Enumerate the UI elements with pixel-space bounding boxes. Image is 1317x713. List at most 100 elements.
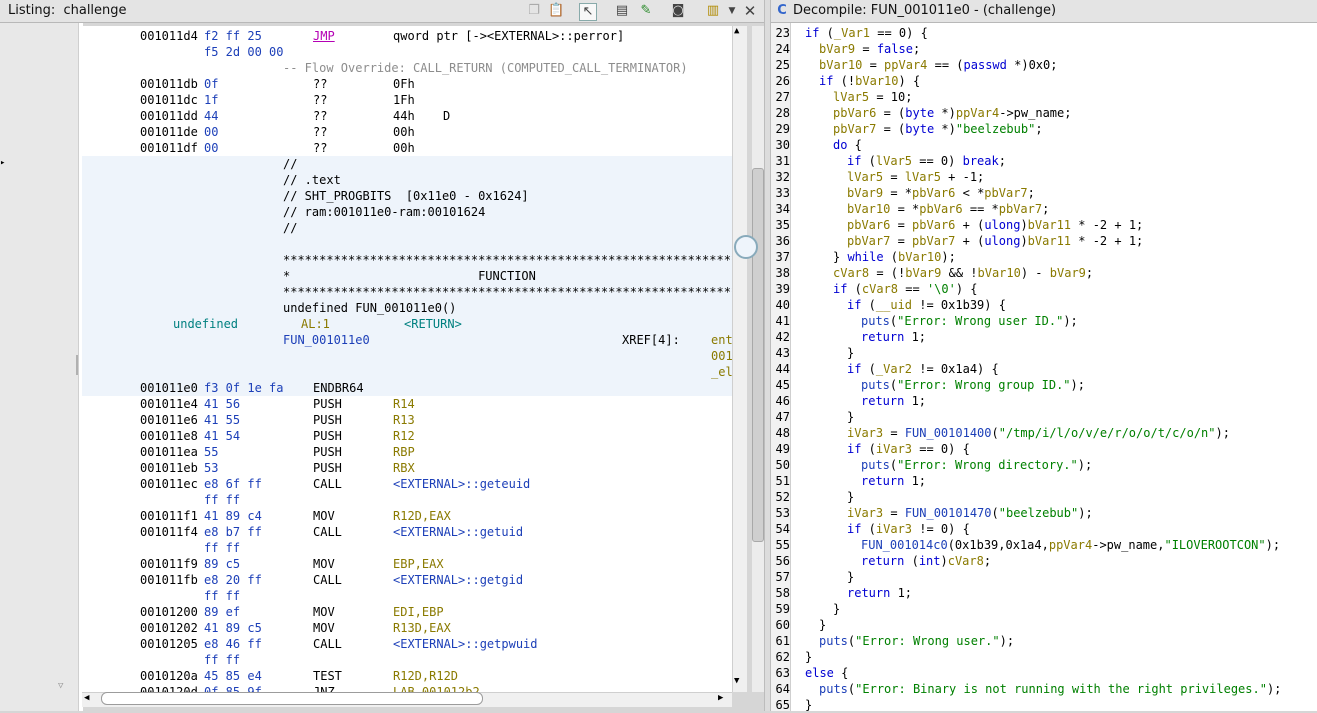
code-token[interactable]: if xyxy=(847,362,861,376)
code-token[interactable]: do xyxy=(833,138,847,152)
code-token[interactable]: cVar8 xyxy=(833,266,869,280)
code-token[interactable]: ppVar4 xyxy=(1049,538,1092,552)
code-token[interactable]: "Error: Binary is not running with the r… xyxy=(855,682,1267,696)
code-token[interactable]: iVar3 xyxy=(876,522,912,536)
code-token[interactable]: if xyxy=(847,154,861,168)
code-token[interactable]: return xyxy=(861,554,904,568)
code-token[interactable]: __uid xyxy=(876,298,912,312)
code-token[interactable]: "beelzebub" xyxy=(999,506,1078,520)
chevron-down-icon[interactable]: ▽ xyxy=(58,681,63,691)
code-line[interactable]: } xyxy=(819,617,826,633)
code-token[interactable]: puts xyxy=(819,634,848,648)
listing-row[interactable]: f5 2d 00 00 xyxy=(82,44,732,60)
close-icon[interactable]: ✕ xyxy=(742,3,758,19)
listing-row[interactable]: undefined AL:1 <RETURN> xyxy=(82,316,732,332)
code-token[interactable]: lVar5 xyxy=(905,170,941,184)
code-line[interactable]: } while (bVar10); xyxy=(833,249,956,265)
code-line[interactable]: iVar3 = FUN_00101400("/tmp/i/l/o/v/e/r/o… xyxy=(847,425,1230,441)
code-token[interactable]: lVar5 xyxy=(876,154,912,168)
code-line[interactable]: if (!bVar10) { xyxy=(819,73,920,89)
listing-row[interactable]: // .text xyxy=(82,172,732,188)
code-line[interactable]: return 1; xyxy=(861,393,926,409)
code-line[interactable]: } xyxy=(847,569,854,585)
listing-row[interactable]: 001011f9 89 c5 MOV EBP,EAX xyxy=(82,556,732,572)
code-token[interactable]: bVar9 xyxy=(1050,266,1086,280)
code-line[interactable]: } xyxy=(847,345,854,361)
panel-divider[interactable] xyxy=(764,0,771,711)
code-token[interactable]: pbVar6 xyxy=(912,186,955,200)
code-token[interactable]: if xyxy=(805,26,819,40)
code-line[interactable]: return 1; xyxy=(861,329,926,345)
code-line[interactable]: return 1; xyxy=(861,473,926,489)
code-line[interactable]: } xyxy=(847,489,854,505)
code-line[interactable]: } xyxy=(847,409,854,425)
code-token[interactable]: int xyxy=(919,554,941,568)
code-token[interactable]: FUN_00101400 xyxy=(905,426,992,440)
overview-thumb[interactable] xyxy=(752,168,764,542)
code-token[interactable]: if xyxy=(847,442,861,456)
code-line[interactable]: if (iVar3 == 0) { xyxy=(847,441,970,457)
scroll-right-icon[interactable]: ▶ xyxy=(718,693,723,703)
code-line[interactable]: if (_Var2 != 0x1a4) { xyxy=(847,361,999,377)
code-line[interactable]: return 1; xyxy=(847,585,912,601)
listing-row[interactable]: 001011e4 41 56 PUSH R14 xyxy=(82,396,732,412)
listing-row[interactable]: 00101200 89 ef MOV EDI,EBP xyxy=(82,604,732,620)
listing-row[interactable]: // SHT_PROGBITS [0x11e0 - 0x1624] xyxy=(82,188,732,204)
code-line[interactable]: bVar9 = *pbVar6 < *pbVar7; xyxy=(847,185,1035,201)
listing-row[interactable]: // xyxy=(82,156,732,172)
code-token[interactable]: ppVar4 xyxy=(884,58,927,72)
listing-row[interactable]: // ram:001011e0-ram:00101624 xyxy=(82,204,732,220)
listing-row[interactable]: 001 xyxy=(82,348,732,364)
code-line[interactable]: if (__uid != 0x1b39) { xyxy=(847,297,1006,313)
listing-row[interactable]: 001011f4 e8 b7 ff CALL <EXTERNAL>::getuid xyxy=(82,524,732,540)
code-line[interactable]: puts("Error: Wrong user ID."); xyxy=(861,313,1078,329)
listing-view[interactable]: 001011d4 f2 ff 25 JMP qword ptr [-><EXTERNA… xyxy=(82,26,732,692)
code-token[interactable]: _Var2 xyxy=(876,362,912,376)
code-token[interactable]: cVar8 xyxy=(862,282,898,296)
listing-row[interactable]: -- Flow Override: CALL_RETURN (COMPUTED_… xyxy=(82,60,732,76)
code-token[interactable]: if xyxy=(847,522,861,536)
listing-row[interactable]: 001011ea 55 PUSH RBP xyxy=(82,444,732,460)
code-token[interactable]: bVar11 xyxy=(1028,234,1071,248)
code-token[interactable]: iVar3 xyxy=(876,442,912,456)
snapshot-icon[interactable]: ◙ xyxy=(670,3,686,19)
listing-row[interactable]: ff ff xyxy=(82,652,732,668)
code-token[interactable]: return xyxy=(861,330,904,344)
code-token[interactable]: FUN_001014c0 xyxy=(861,538,948,552)
code-line[interactable]: lVar5 = 10; xyxy=(833,89,912,105)
code-line[interactable]: if (cVar8 == '\0') { xyxy=(833,281,978,297)
listing-row[interactable]: ff ff xyxy=(82,492,732,508)
code-token[interactable]: pbVar7 xyxy=(999,202,1042,216)
scroll-left-icon[interactable]: ◀ xyxy=(84,693,89,703)
code-token[interactable]: lVar5 xyxy=(847,170,883,184)
listing-row[interactable]: 001011e0 f3 0f 1e fa ENDBR64 xyxy=(82,380,732,396)
listing-row[interactable]: FUN_001011e0 XREF[4]: ent xyxy=(82,332,732,348)
code-line[interactable]: lVar5 = lVar5 + -1; xyxy=(847,169,984,185)
code-token[interactable]: iVar3 xyxy=(847,426,883,440)
field-select-icon[interactable]: ▤ xyxy=(614,3,630,19)
code-token[interactable]: else xyxy=(805,666,834,680)
code-line[interactable]: puts("Error: Wrong user."); xyxy=(819,633,1014,649)
code-token[interactable]: lVar5 xyxy=(833,90,869,104)
decompile-view[interactable]: if (_Var1 == 0) {bVar9 = false; bVar10 = … xyxy=(791,23,1317,711)
listing-row[interactable]: 001011dc 1f?? 1Fh xyxy=(82,92,732,108)
code-token[interactable]: "Error: Wrong user." xyxy=(855,634,1000,648)
listing-row[interactable]: 00101205 e8 46 ff CALL <EXTERNAL>::getpwuid xyxy=(82,636,732,652)
listing-row[interactable]: 001011fb e8 20 ff CALL <EXTERNAL>::getgid xyxy=(82,572,732,588)
code-line[interactable]: iVar3 = FUN_00101470("beelzebub"); xyxy=(847,505,1093,521)
listing-row[interactable]: ff ff xyxy=(82,540,732,556)
listing-row[interactable]: 00101202 41 89 c5 MOV R13D,EAX xyxy=(82,620,732,636)
code-token[interactable]: bVar10 xyxy=(978,266,1021,280)
code-token[interactable]: "/tmp/i/l/o/v/e/r/o/o/t/c/o/n" xyxy=(999,426,1216,440)
code-token[interactable]: byte xyxy=(905,106,934,120)
code-line[interactable]: bVar10 = *pbVar6 == *pbVar7; xyxy=(847,201,1049,217)
code-token[interactable]: if xyxy=(833,282,847,296)
code-line[interactable]: puts("Error: Wrong directory."); xyxy=(861,457,1092,473)
paste-icon[interactable]: 📋 xyxy=(548,3,564,19)
code-token[interactable]: bVar9 xyxy=(819,42,855,56)
code-line[interactable]: else { xyxy=(805,665,848,681)
listing-row[interactable]: 0010120a 45 85 e4 TEST R12D,R12D xyxy=(82,668,732,684)
code-token[interactable]: bVar9 xyxy=(847,186,883,200)
code-token[interactable]: bVar11 xyxy=(1028,218,1071,232)
code-token[interactable]: bVar10 xyxy=(819,58,862,72)
